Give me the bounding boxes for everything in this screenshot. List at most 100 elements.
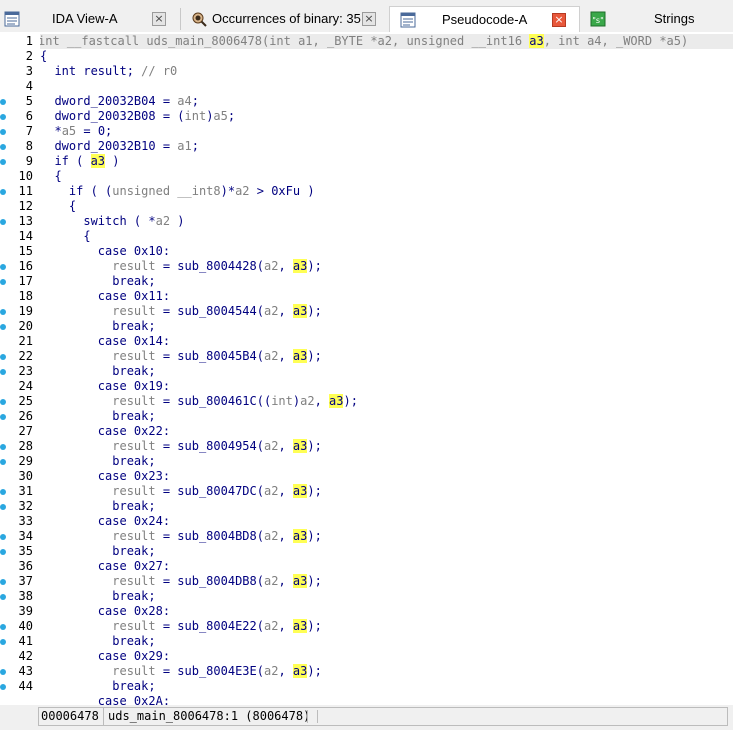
code-token[interactable]: case 0x14: — [40, 334, 170, 348]
code-token[interactable]: a2 — [264, 619, 278, 633]
breakpoint-marker-icon[interactable] — [0, 624, 6, 630]
code-token[interactable]: result — [112, 259, 155, 273]
code-token[interactable]: a1 — [177, 139, 191, 153]
breakpoint-marker-icon[interactable] — [0, 489, 6, 495]
code-token[interactable]: if ( — [40, 154, 91, 168]
highlighted-token[interactable]: a3 — [292, 619, 308, 633]
code-token[interactable]: result — [112, 529, 155, 543]
highlighted-token[interactable]: a3 — [90, 154, 106, 168]
code-token[interactable]: break; — [40, 274, 155, 288]
code-line[interactable]: { — [40, 229, 90, 244]
code-line[interactable]: { — [40, 169, 61, 184]
breakpoint-marker-icon[interactable] — [0, 504, 6, 510]
breakpoint-marker-icon[interactable] — [0, 99, 6, 105]
code-line[interactable]: result = sub_8004E22(a2, a3); — [40, 619, 322, 634]
code-token[interactable] — [40, 529, 112, 543]
code-token[interactable]: a2 — [264, 574, 278, 588]
code-token[interactable]: ); — [307, 574, 321, 588]
breakpoint-marker-icon[interactable] — [0, 159, 6, 165]
code-token[interactable]: result — [112, 349, 155, 363]
code-line[interactable]: break; — [40, 409, 155, 424]
code-line[interactable]: break; — [40, 589, 155, 604]
code-line[interactable]: int __fastcall uds_main_8006478(int a1, … — [40, 34, 733, 49]
code-token[interactable]: result — [112, 484, 155, 498]
code-token[interactable]: result — [112, 574, 155, 588]
code-token[interactable]: break; — [40, 499, 155, 513]
breakpoint-marker-icon[interactable] — [0, 309, 6, 315]
code-token[interactable]: = sub_80045B4( — [156, 349, 264, 363]
code-token[interactable]: > 0xFu ) — [250, 184, 315, 198]
highlighted-token[interactable]: a3 — [329, 394, 344, 408]
code-token[interactable] — [40, 349, 112, 363]
code-token[interactable]: a2 — [156, 214, 170, 228]
code-token[interactable]: int result; — [40, 64, 141, 78]
breakpoint-marker-icon[interactable] — [0, 399, 6, 405]
code-token[interactable]: a2 — [264, 664, 278, 678]
code-token[interactable]: = sub_8004DB8( — [156, 574, 264, 588]
code-token[interactable]: unsigned __int8 — [112, 184, 220, 198]
code-line[interactable]: result = sub_800461C((int)a2, a3); — [40, 394, 358, 409]
code-line[interactable]: case 0x27: — [40, 559, 170, 574]
code-token[interactable]: result — [112, 439, 155, 453]
code-token[interactable]: ; — [192, 94, 199, 108]
code-token[interactable]: result — [112, 664, 155, 678]
code-line[interactable]: case 0x2A: — [40, 694, 170, 705]
code-token[interactable]: a2 — [235, 184, 249, 198]
highlighted-token[interactable]: a3 — [292, 529, 308, 543]
code-token[interactable]: = sub_800461C(( — [156, 394, 271, 408]
code-token[interactable]: break; — [40, 544, 155, 558]
code-line[interactable]: break; — [40, 544, 155, 559]
code-line[interactable]: { — [40, 49, 47, 64]
close-icon[interactable]: × — [362, 12, 376, 26]
code-token[interactable]: case 0x11: — [40, 289, 170, 303]
code-token[interactable]: case 0x10: — [40, 244, 170, 258]
code-token[interactable]: = 0; — [76, 124, 112, 138]
code-token[interactable]: a2 — [264, 439, 278, 453]
code-token[interactable]: ); — [307, 349, 321, 363]
code-token[interactable]: , — [278, 574, 292, 588]
tab-occurrences-of-binary[interactable]: Occurrences of binary: 35 × — [185, 6, 387, 32]
code-token[interactable]: ); — [307, 439, 321, 453]
breakpoint-marker-icon[interactable] — [0, 189, 6, 195]
tab-pseudocode-a[interactable]: Pseudocode-A × — [389, 6, 580, 32]
pseudocode-editor[interactable]: 1 2 3 4 5 6 7 8 9 10 11 12 13 14 15 16 17 18 19 20 21 22 23 24 2… — [0, 32, 733, 705]
code-token[interactable] — [40, 484, 112, 498]
code-token[interactable]: = sub_8004428( — [156, 259, 264, 273]
breakpoint-marker-icon[interactable] — [0, 639, 6, 645]
breakpoint-marker-icon[interactable] — [0, 414, 6, 420]
code-line[interactable]: case 0x11: — [40, 289, 170, 304]
code-token[interactable]: result — [112, 619, 155, 633]
highlighted-token[interactable]: a3 — [292, 484, 308, 498]
code-line[interactable]: break; — [40, 274, 155, 289]
breakpoint-marker-icon[interactable] — [0, 129, 6, 135]
code-token[interactable] — [40, 259, 112, 273]
code-token[interactable]: , — [278, 259, 292, 273]
breakpoint-marker-icon[interactable] — [0, 444, 6, 450]
code-token[interactable]: break; — [40, 409, 155, 423]
code-line[interactable]: break; — [40, 634, 155, 649]
breakpoint-marker-icon[interactable] — [0, 459, 6, 465]
code-line[interactable]: result = sub_8004544(a2, a3); — [40, 304, 322, 319]
code-area[interactable]: int __fastcall uds_main_8006478(int a1, … — [40, 32, 733, 705]
breakpoint-marker-icon[interactable] — [0, 369, 6, 375]
code-token[interactable]: // r0 — [141, 64, 177, 78]
code-token[interactable]: case 0x29: — [40, 649, 170, 663]
code-token[interactable]: break; — [40, 364, 155, 378]
code-token[interactable]: case 0x23: — [40, 469, 170, 483]
code-token[interactable] — [40, 439, 112, 453]
code-token[interactable]: , — [278, 484, 292, 498]
code-line[interactable]: result = sub_8004428(a2, a3); — [40, 259, 322, 274]
tab-ida-view-a[interactable]: IDA View-A × — [0, 6, 178, 32]
code-token[interactable]: dword_20032B10 = — [40, 139, 177, 153]
code-token[interactable]: , — [278, 304, 292, 318]
highlighted-token[interactable]: a3 — [292, 574, 308, 588]
code-line[interactable]: dword_20032B04 = a4; — [40, 94, 199, 109]
code-line[interactable]: result = sub_8004954(a2, a3); — [40, 439, 322, 454]
highlighted-token[interactable]: a3 — [292, 259, 308, 273]
code-line[interactable]: case 0x24: — [40, 514, 170, 529]
close-icon[interactable]: × — [152, 12, 166, 26]
code-token[interactable]: ); — [307, 529, 321, 543]
code-line[interactable]: break; — [40, 499, 155, 514]
code-token[interactable]: result — [112, 394, 155, 408]
breakpoint-marker-icon[interactable] — [0, 279, 6, 285]
